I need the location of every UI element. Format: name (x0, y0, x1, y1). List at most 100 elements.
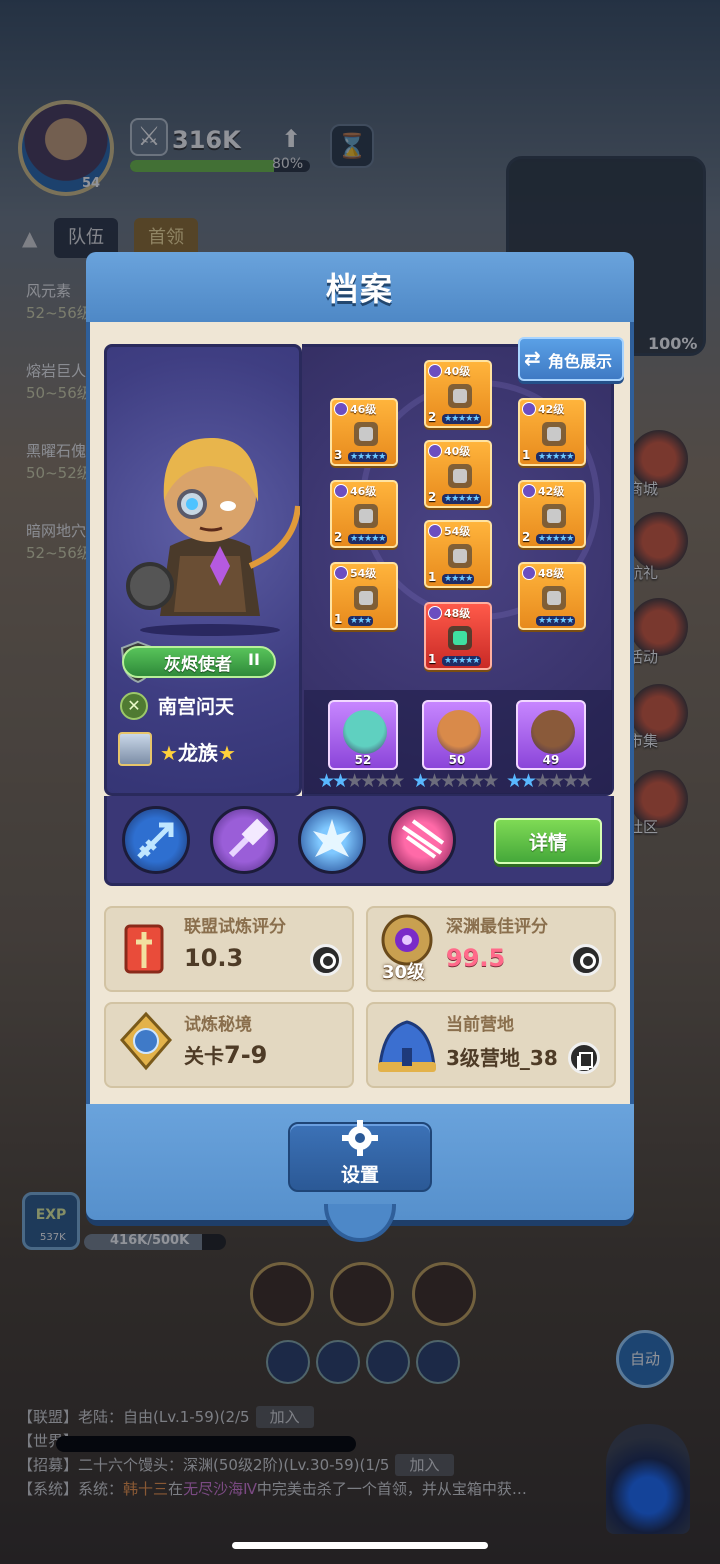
star-icon: ★ (468, 770, 485, 792)
title-badge-rank: II (248, 650, 260, 669)
equipment-level: 46级 (350, 485, 377, 498)
equipment-level: 46级 (350, 403, 377, 416)
pet-slot[interactable]: 50 (422, 700, 492, 770)
equipment-stars: ★★★★★ (348, 452, 388, 462)
slash-skill-icon[interactable] (388, 806, 456, 874)
level-badge-icon (428, 606, 442, 620)
crossbow-icon (354, 422, 378, 446)
equipment-enhance-count: 2 (334, 530, 343, 544)
chest-icon (542, 504, 566, 528)
equipment-level: 54级 (444, 525, 471, 538)
equipment-enhance-count: 3 (334, 448, 343, 462)
star-icon: ★ (388, 770, 405, 792)
abyss-best-value: 99.5 (446, 944, 506, 972)
hero-class-icon: ✕ (120, 692, 148, 720)
equipment-slot-gauntlet[interactable]: 46级 2 ★★★★★ (330, 480, 398, 548)
gear-icon (342, 1120, 378, 1156)
magnifier-icon[interactable] (310, 944, 342, 976)
star-icon: ★ (576, 770, 593, 792)
level-badge-icon (428, 364, 442, 378)
equipment-stars: ★★★★★ (442, 494, 482, 504)
equipment-stars: ★★★★★ (442, 414, 482, 424)
level-badge-icon (428, 524, 442, 538)
alliance-trial-value: 10.3 (184, 944, 244, 972)
bag-icon (542, 586, 566, 610)
equipment-enhance-count: 1 (334, 612, 343, 626)
ring-icon (354, 586, 378, 610)
equipment-slot-cloak[interactable]: 48级 1 ★★★★★ (424, 602, 492, 670)
level-badge-icon (334, 402, 348, 416)
cloak-icon (448, 626, 472, 650)
equipment-enhance-count: 1 (428, 570, 437, 584)
star-icon: ★ (318, 770, 335, 792)
equipment-slot-crossbow[interactable]: 46级 3 ★★★★★ (330, 398, 398, 466)
details-button-label: 详情 (528, 832, 567, 854)
character-showcase-label: 角色展示 (548, 352, 613, 371)
equipment-level: 54级 (350, 567, 377, 580)
settings-label: 设置 (340, 1164, 379, 1186)
pet-level: 52 (354, 753, 372, 767)
slash-glyph (401, 819, 445, 859)
frost-skill-icon[interactable] (298, 806, 366, 874)
equipment-enhance-count: 2 (522, 530, 531, 544)
pet-star-rating: ★★★★★★ (506, 770, 593, 792)
pet-slot[interactable]: 49 (516, 700, 586, 770)
equipment-slot-chain[interactable]: 54级 1 ★★★★ (424, 520, 492, 588)
alliance-trial-title: 联盟试炼评分 (184, 917, 286, 937)
magnifier-icon[interactable] (570, 944, 602, 976)
equipment-stars: ★★★★★ (442, 656, 482, 666)
pet-slot[interactable]: 52 (328, 700, 398, 770)
camp-tent-icon (378, 1020, 436, 1072)
star-icon: ★ (520, 770, 537, 792)
equipment-slot-arm[interactable]: 42级 1 ★★★★★ (518, 398, 586, 466)
equipment-slot-ring[interactable]: 54级 1 ★★★ (330, 562, 398, 630)
modal-title: 档案 (325, 270, 394, 308)
equipment-stars: ★★★★★ (536, 616, 576, 626)
abyss-best-title: 深渊最佳评分 (446, 917, 548, 937)
star-icon: ★ (360, 770, 377, 792)
hammer-glyph (228, 818, 269, 858)
title-badge-text: 灰烬使者 (164, 655, 232, 675)
star-icon: ★ (412, 770, 429, 792)
level-badge-icon (334, 566, 348, 580)
equipment-level: 42级 (538, 485, 565, 498)
hero-portrait[interactable] (120, 416, 300, 636)
equipment-slot-glove[interactable]: 40级 2 ★★★★★ (424, 360, 492, 428)
clan-name[interactable]: ★龙族★ (160, 737, 236, 766)
pet-portrait (343, 710, 387, 754)
current-camp-title: 当前营地 (446, 1015, 514, 1035)
arrow-skill-icon[interactable] (122, 806, 190, 874)
arm-icon (542, 422, 566, 446)
level-badge-icon (334, 484, 348, 498)
equipment-stars: ★★★★★ (536, 534, 576, 544)
glove-icon (448, 384, 472, 408)
hammer-skill-icon[interactable] (210, 806, 278, 874)
equipment-enhance-count: 2 (428, 410, 437, 424)
star-icon: ★ (332, 770, 349, 792)
pet-star-rating: ★★★★★★ (318, 770, 405, 792)
star-icon: ★ (426, 770, 443, 792)
equipment-level: 40级 (444, 365, 471, 378)
equipment-level: 48级 (538, 567, 565, 580)
equipment-stars: ★★★★★ (536, 452, 576, 462)
equipment-slot-boots[interactable]: 40级 2 ★★★★★ (424, 440, 492, 508)
home-indicator[interactable] (232, 1542, 488, 1549)
equipment-slot-bag[interactable]: 48级 ★★★★★ (518, 562, 586, 630)
star-icon: ★ (534, 770, 551, 792)
level-badge-icon (522, 484, 536, 498)
equipment-enhance-count: 1 (522, 448, 531, 462)
boots-icon (448, 464, 472, 488)
equipment-level: 42级 (538, 403, 565, 416)
trial-realm-icon (119, 1011, 173, 1071)
pet-level: 49 (542, 753, 560, 767)
star-icon: ★ (548, 770, 565, 792)
refresh-icon: ⇄ (524, 346, 541, 370)
frost-glyph (313, 819, 351, 857)
equipment-stars: ★★★★★ (348, 534, 388, 544)
equipment-stars: ★★★ (348, 616, 374, 626)
equipment-level: 48级 (444, 607, 471, 620)
pet-star-rating: ★★★★★★ (412, 770, 499, 792)
copy-icon[interactable] (568, 1042, 600, 1074)
arrow-glyph (137, 822, 174, 859)
equipment-slot-chest[interactable]: 42级 2 ★★★★★ (518, 480, 586, 548)
